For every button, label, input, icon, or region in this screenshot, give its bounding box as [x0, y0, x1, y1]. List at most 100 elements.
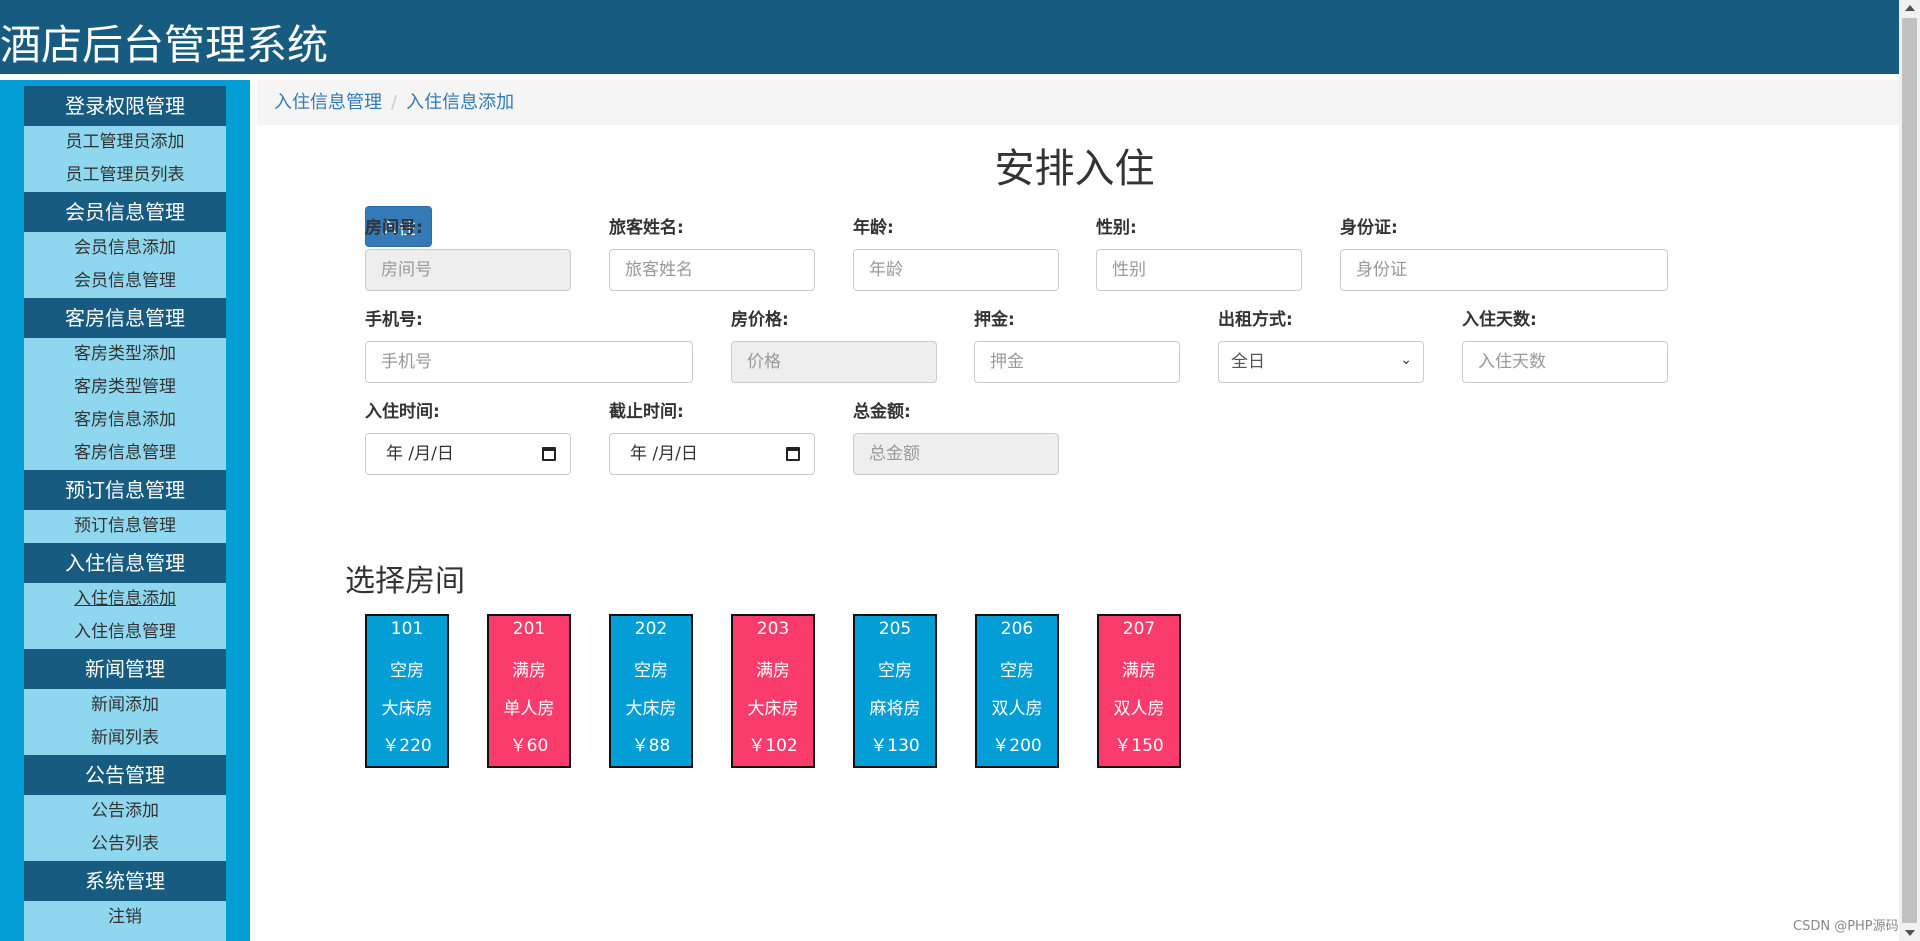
sidebar-group-title: 入住信息管理	[24, 543, 226, 583]
total-label: 总金额:	[853, 402, 911, 422]
deposit-input[interactable]	[974, 341, 1180, 383]
breadcrumb-link-checkin-management[interactable]: 入住信息管理	[274, 92, 382, 113]
checkin-date-input[interactable]: 年 /月/日	[365, 433, 571, 475]
room-price: ￥102	[748, 736, 798, 756]
total-input[interactable]	[853, 433, 1059, 475]
rooms-section-title: 选择房间	[345, 564, 465, 599]
deposit-label: 押金:	[974, 310, 1015, 330]
days-input[interactable]	[1462, 341, 1668, 383]
phone-input[interactable]	[365, 341, 693, 383]
rent-mode-label: 出租方式:	[1218, 310, 1293, 330]
sidebar-item[interactable]: 员工管理员列表	[24, 159, 226, 192]
sidebar-item[interactable]: 入住信息添加	[24, 583, 226, 616]
room-number: 207	[1122, 619, 1156, 639]
room-price: ￥88	[631, 736, 671, 756]
price-field: 房价格:	[731, 309, 937, 383]
room-card-207[interactable]: 207 满房 双人房 ￥150	[1097, 614, 1181, 768]
sidebar-group-title: 系统管理	[24, 861, 226, 901]
sidebar-item[interactable]: 客房信息管理	[24, 437, 226, 470]
room-status: 空房	[1000, 661, 1034, 681]
sidebar-item[interactable]: 公告添加	[24, 795, 226, 828]
sidebar-item[interactable]: 客房信息添加	[24, 404, 226, 437]
sidebar-item[interactable]: 公告列表	[24, 828, 226, 861]
scroll-down-arrow-icon[interactable]	[1905, 930, 1915, 936]
room-number: 206	[1000, 619, 1034, 639]
gender-label: 性别:	[1096, 218, 1137, 238]
breadcrumb: 入住信息管理 / 入住信息添加	[257, 80, 1899, 125]
app-header: 酒店后台管理系统	[0, 0, 1899, 74]
room-status: 满房	[512, 661, 546, 681]
room-no-input[interactable]	[365, 249, 571, 291]
age-input[interactable]	[853, 249, 1059, 291]
room-type: 大床房	[747, 698, 799, 719]
rent-mode-select[interactable]: 全日	[1218, 341, 1424, 383]
room-type: 双人房	[1113, 698, 1165, 719]
room-status: 满房	[1122, 661, 1156, 681]
room-card-206[interactable]: 206 空房 双人房 ￥200	[975, 614, 1059, 768]
sidebar-item[interactable]: 新闻添加	[24, 689, 226, 722]
room-price: ￥220	[382, 736, 432, 756]
deposit-field: 押金:	[974, 309, 1180, 383]
room-card-203[interactable]: 203 满房大床房 ￥102	[731, 614, 815, 768]
checkin-date-text: 年 /月/日	[386, 444, 454, 464]
calendar-icon[interactable]	[786, 447, 800, 461]
app-window: 酒店后台管理系统 登录权限管理 员工管理员添加 员工管理员列表 会员信息管理 会员信息添…	[0, 0, 1920, 941]
room-card-101[interactable]: 101 空房 大床房 ￥220	[365, 614, 449, 768]
days-field: 入住天数:	[1462, 309, 1668, 383]
sidebar-item[interactable]: 会员信息管理	[24, 265, 226, 298]
room-card-202[interactable]: 202 空房 大床房 ￥88	[609, 614, 693, 768]
watermark: CSDN @PHP源码	[1793, 919, 1899, 934]
guest-name-label: 旅客姓名:	[609, 218, 684, 238]
room-card-205[interactable]: 205 空房 麻将房 ￥130	[853, 614, 937, 768]
page-title: 安排入住	[994, 146, 1155, 192]
sidebar-item[interactable]: 会员信息添加	[24, 232, 226, 265]
age-field: 年龄:	[853, 217, 1059, 291]
phone-label: 手机号:	[365, 310, 423, 330]
sidebar-group-title: 登录权限管理	[24, 86, 226, 126]
scrollbar-thumb[interactable]	[1902, 18, 1917, 923]
room-number: 205	[878, 619, 912, 639]
room-price: ￥200	[992, 736, 1042, 756]
breadcrumb-link-checkin-add[interactable]: 入住信息添加	[406, 92, 514, 113]
sidebar-group-title: 预订信息管理	[24, 470, 226, 510]
room-price: ￥60	[509, 736, 549, 756]
calendar-icon[interactable]	[542, 447, 556, 461]
phone-field: 手机号:	[365, 309, 693, 383]
sidebar-item[interactable]: 员工管理员添加	[24, 126, 226, 159]
guest-name-input[interactable]	[609, 249, 815, 291]
sidebar-item[interactable]: 新闻列表	[24, 722, 226, 755]
id-card-input[interactable]	[1340, 249, 1668, 291]
scroll-up-arrow-icon[interactable]	[1905, 5, 1915, 11]
vertical-scrollbar[interactable]	[1899, 0, 1920, 941]
room-status: 满房	[756, 661, 790, 681]
room-no-label: 房间号:	[365, 218, 423, 238]
sidebar-item[interactable]: 客房类型添加	[24, 338, 226, 371]
price-input[interactable]	[731, 341, 937, 383]
room-type: 单人房	[503, 698, 555, 719]
total-field: 总金额:	[853, 401, 1059, 475]
room-type: 大床房	[625, 698, 677, 719]
sidebar-item[interactable]: 预订信息管理	[24, 510, 226, 543]
gender-field: 性别:	[1096, 217, 1302, 291]
sidebar-item[interactable]: 注销	[24, 901, 226, 934]
sidebar: 登录权限管理 员工管理员添加 员工管理员列表 会员信息管理 会员信息添加 会员信息管理 客房…	[0, 80, 250, 941]
room-number: 203	[756, 619, 790, 639]
sidebar-item[interactable]: 客房类型管理	[24, 371, 226, 404]
rent-mode-select-wrap: 全日 ⌄	[1218, 341, 1424, 383]
sidebar-group-title: 公告管理	[24, 755, 226, 795]
price-label: 房价格:	[731, 310, 789, 330]
room-number: 201	[512, 619, 546, 639]
room-price: ￥130	[870, 736, 920, 756]
rent-mode-field: 出租方式: 全日 ⌄	[1218, 309, 1424, 383]
room-card-201[interactable]: 201 满房单人房 ￥60	[487, 614, 571, 768]
end-date-input[interactable]: 年 /月/日	[609, 433, 815, 475]
checkin-time-field: 入住时间: 年 /月/日	[365, 401, 571, 475]
sidebar-item[interactable]: 入住信息管理	[24, 616, 226, 649]
end-time-label: 截止时间:	[609, 402, 684, 422]
app-title: 酒店后台管理系统	[0, 21, 328, 69]
gender-input[interactable]	[1096, 249, 1302, 291]
sidebar-menu: 登录权限管理 员工管理员添加 员工管理员列表 会员信息管理 会员信息添加 会员信息管理 客房…	[24, 86, 226, 934]
room-status: 空房	[390, 661, 424, 681]
room-number: 202	[634, 619, 668, 639]
days-label: 入住天数:	[1462, 310, 1537, 330]
